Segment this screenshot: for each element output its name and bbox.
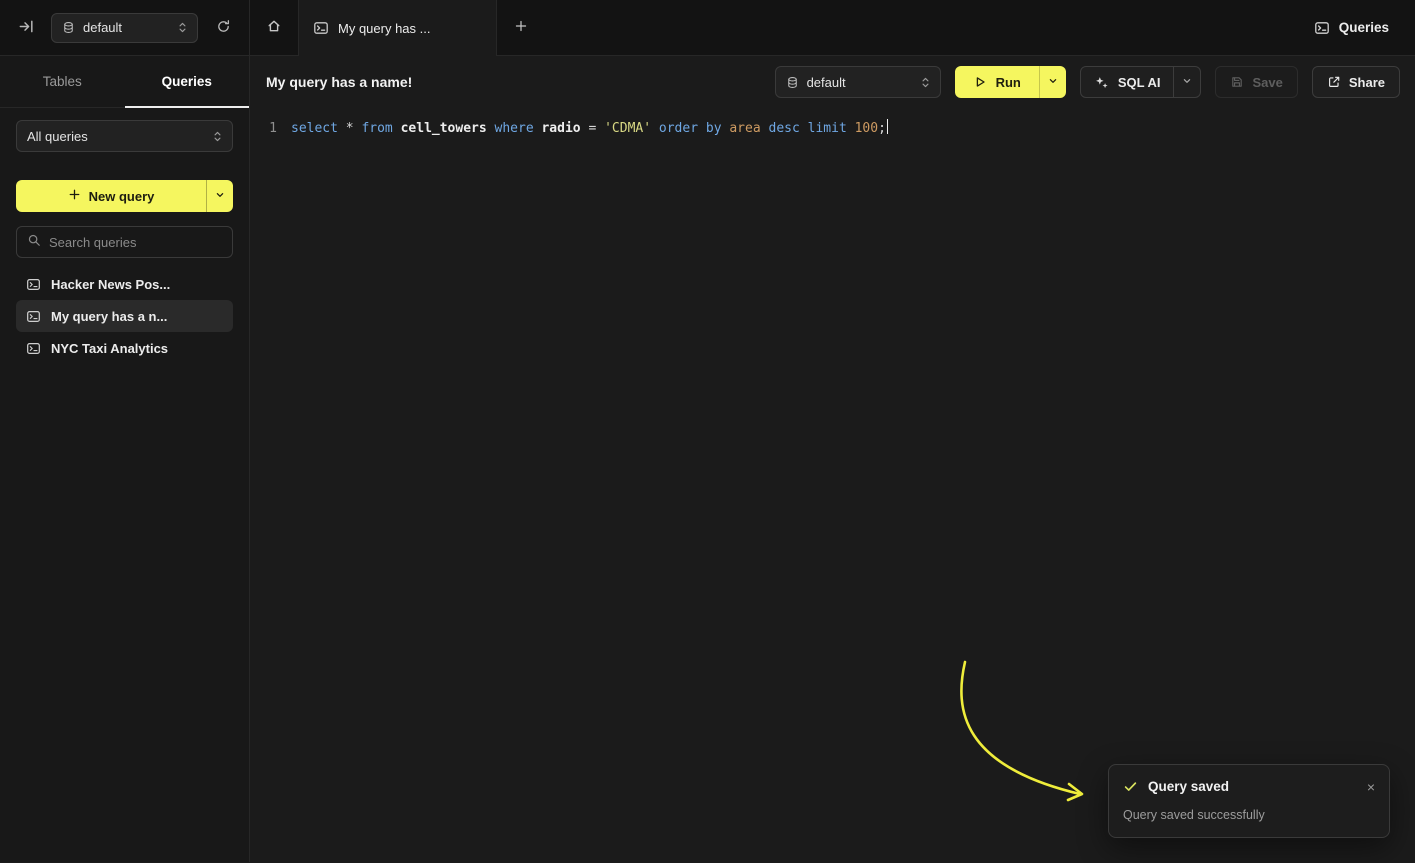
chevron-down-icon — [1181, 75, 1193, 90]
query-icon — [26, 277, 41, 292]
tab-label: My query has ... — [338, 21, 430, 36]
collapse-sidebar-icon — [18, 18, 35, 38]
query-list: Hacker News Pos... My query has a n... N… — [16, 268, 233, 364]
chevron-down-icon — [1047, 75, 1059, 90]
query-header: My query has a name! default — [250, 56, 1415, 108]
search-queries-input[interactable] — [49, 235, 222, 250]
query-item-label: Hacker News Pos... — [51, 277, 170, 292]
queries-icon — [1314, 20, 1330, 36]
sql-ai-label: SQL AI — [1118, 75, 1161, 90]
sql-code-line[interactable]: select * from cell_towers where radio = … — [291, 119, 886, 139]
database-icon — [62, 21, 75, 34]
topbar: default My query has .. — [0, 0, 1415, 56]
share-icon — [1327, 75, 1341, 89]
sidebar-tab-tables[interactable]: Tables — [0, 56, 125, 107]
new-tab-button[interactable] — [497, 0, 545, 55]
sidebar-tabs: Tables Queries — [0, 56, 249, 108]
query-title: My query has a name! — [266, 74, 412, 90]
query-filter-select[interactable]: All queries — [16, 120, 233, 152]
query-filter-value: All queries — [27, 129, 88, 144]
run-split-button: Run — [955, 66, 1066, 98]
sparkles-icon — [1094, 75, 1109, 90]
save-icon — [1230, 75, 1244, 89]
toast-message: Query saved successfully — [1123, 808, 1375, 822]
sidebar-body: All queries New query — [0, 108, 249, 364]
new-query-menu-button[interactable] — [206, 180, 233, 212]
main-database-select[interactable]: default — [775, 66, 941, 98]
query-icon — [26, 341, 41, 356]
sql-ai-split-button: SQL AI — [1080, 66, 1202, 98]
app-root: default My query has .. — [0, 0, 1415, 863]
new-query-button[interactable]: New query — [16, 180, 206, 212]
search-icon — [27, 233, 41, 252]
save-label: Save — [1252, 75, 1282, 90]
main-panel: My query has a name! default — [250, 56, 1415, 862]
header-actions: default Run — [775, 66, 1400, 98]
save-button[interactable]: Save — [1215, 66, 1297, 98]
select-chevrons-icon — [176, 21, 189, 34]
toast-header: Query saved × — [1123, 779, 1375, 794]
check-icon — [1123, 779, 1138, 794]
chevron-down-icon — [214, 189, 226, 204]
collapse-sidebar-button[interactable] — [12, 14, 40, 42]
run-options-button[interactable] — [1039, 66, 1066, 98]
plus-icon — [514, 19, 528, 36]
text-cursor — [887, 119, 889, 134]
topbar-left: default — [0, 0, 250, 55]
topbar-database-select[interactable]: default — [51, 13, 198, 43]
home-button[interactable] — [250, 0, 298, 55]
topbar-right: Queries — [1314, 0, 1415, 55]
body: Tables Queries All queries New query — [0, 56, 1415, 862]
toast-close-button[interactable]: × — [1367, 780, 1375, 794]
query-list-item-selected[interactable]: My query has a n... — [16, 300, 233, 332]
refresh-button[interactable] — [209, 14, 237, 42]
main-database-value: default — [807, 75, 846, 90]
plus-icon — [68, 188, 81, 204]
share-label: Share — [1349, 75, 1385, 90]
new-query-label: New query — [89, 189, 155, 204]
toast-title: Query saved — [1148, 779, 1229, 794]
query-list-item[interactable]: NYC Taxi Analytics — [16, 332, 233, 364]
tab-strip: My query has ... — [250, 0, 545, 55]
sidebar-tab-queries[interactable]: Queries — [125, 56, 250, 107]
new-query-split-button: New query — [16, 180, 233, 212]
query-icon — [313, 20, 329, 36]
topbar-database-value: default — [83, 20, 122, 35]
home-icon — [266, 18, 282, 37]
sql-editor[interactable]: 1 select * from cell_towers where radio … — [250, 108, 1415, 139]
database-icon — [786, 76, 799, 89]
query-item-label: My query has a n... — [51, 309, 167, 324]
queries-panel-button[interactable]: Queries — [1314, 20, 1389, 36]
queries-panel-label: Queries — [1339, 20, 1389, 35]
sidebar: Tables Queries All queries New query — [0, 56, 250, 862]
run-label: Run — [996, 75, 1021, 90]
search-queries-box — [16, 226, 233, 258]
refresh-icon — [216, 19, 231, 37]
select-chevrons-icon — [919, 76, 932, 89]
share-button[interactable]: Share — [1312, 66, 1400, 98]
query-list-item[interactable]: Hacker News Pos... — [16, 268, 233, 300]
tab-my-query[interactable]: My query has ... — [298, 0, 497, 56]
query-icon — [26, 309, 41, 324]
sql-ai-button[interactable]: SQL AI — [1081, 67, 1174, 97]
play-icon — [973, 75, 987, 89]
toast-query-saved: Query saved × Query saved successfully — [1108, 764, 1390, 838]
select-chevrons-icon — [211, 130, 224, 143]
query-item-label: NYC Taxi Analytics — [51, 341, 168, 356]
run-button[interactable]: Run — [955, 66, 1039, 98]
sql-ai-options-button[interactable] — [1173, 67, 1200, 97]
line-number: 1 — [267, 119, 277, 139]
